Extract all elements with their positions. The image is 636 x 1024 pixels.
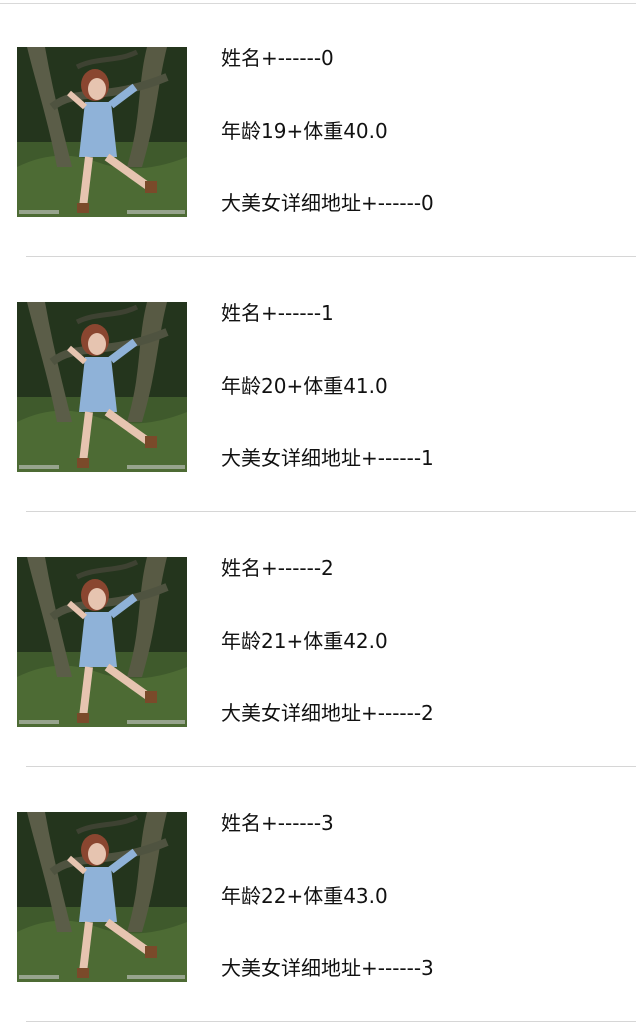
- person-address: 大美女详细地址+------0: [221, 191, 434, 215]
- person-name: 姓名+------1: [221, 301, 334, 325]
- person-name: 姓名+------2: [221, 556, 334, 580]
- person-age-weight: 年龄20+体重41.0: [221, 374, 388, 398]
- person-age-weight: 年龄21+体重42.0: [221, 629, 388, 653]
- person-address: 大美女详细地址+------3: [221, 956, 434, 980]
- person-age-weight: 年龄19+体重40.0: [221, 119, 388, 143]
- row-divider: [26, 1021, 636, 1022]
- person-photo: [17, 47, 187, 217]
- person-photo: [17, 812, 187, 982]
- list-item[interactable]: 姓名+------2 年龄21+体重42.0 大美女详细地址+------2: [0, 512, 636, 767]
- person-age-weight: 年龄22+体重43.0: [221, 884, 388, 908]
- person-photo: [17, 302, 187, 472]
- list-item[interactable]: 姓名+------3 年龄22+体重43.0 大美女详细地址+------3: [0, 767, 636, 1022]
- person-address: 大美女详细地址+------1: [221, 446, 434, 470]
- person-name: 姓名+------0: [221, 46, 334, 70]
- person-photo: [17, 557, 187, 727]
- person-address: 大美女详细地址+------2: [221, 701, 434, 725]
- person-name: 姓名+------3: [221, 811, 334, 835]
- list-item[interactable]: 姓名+------1 年龄20+体重41.0 大美女详细地址+------1: [0, 257, 636, 512]
- list-item[interactable]: 姓名+------0 年龄19+体重40.0 大美女详细地址+------0: [0, 2, 636, 257]
